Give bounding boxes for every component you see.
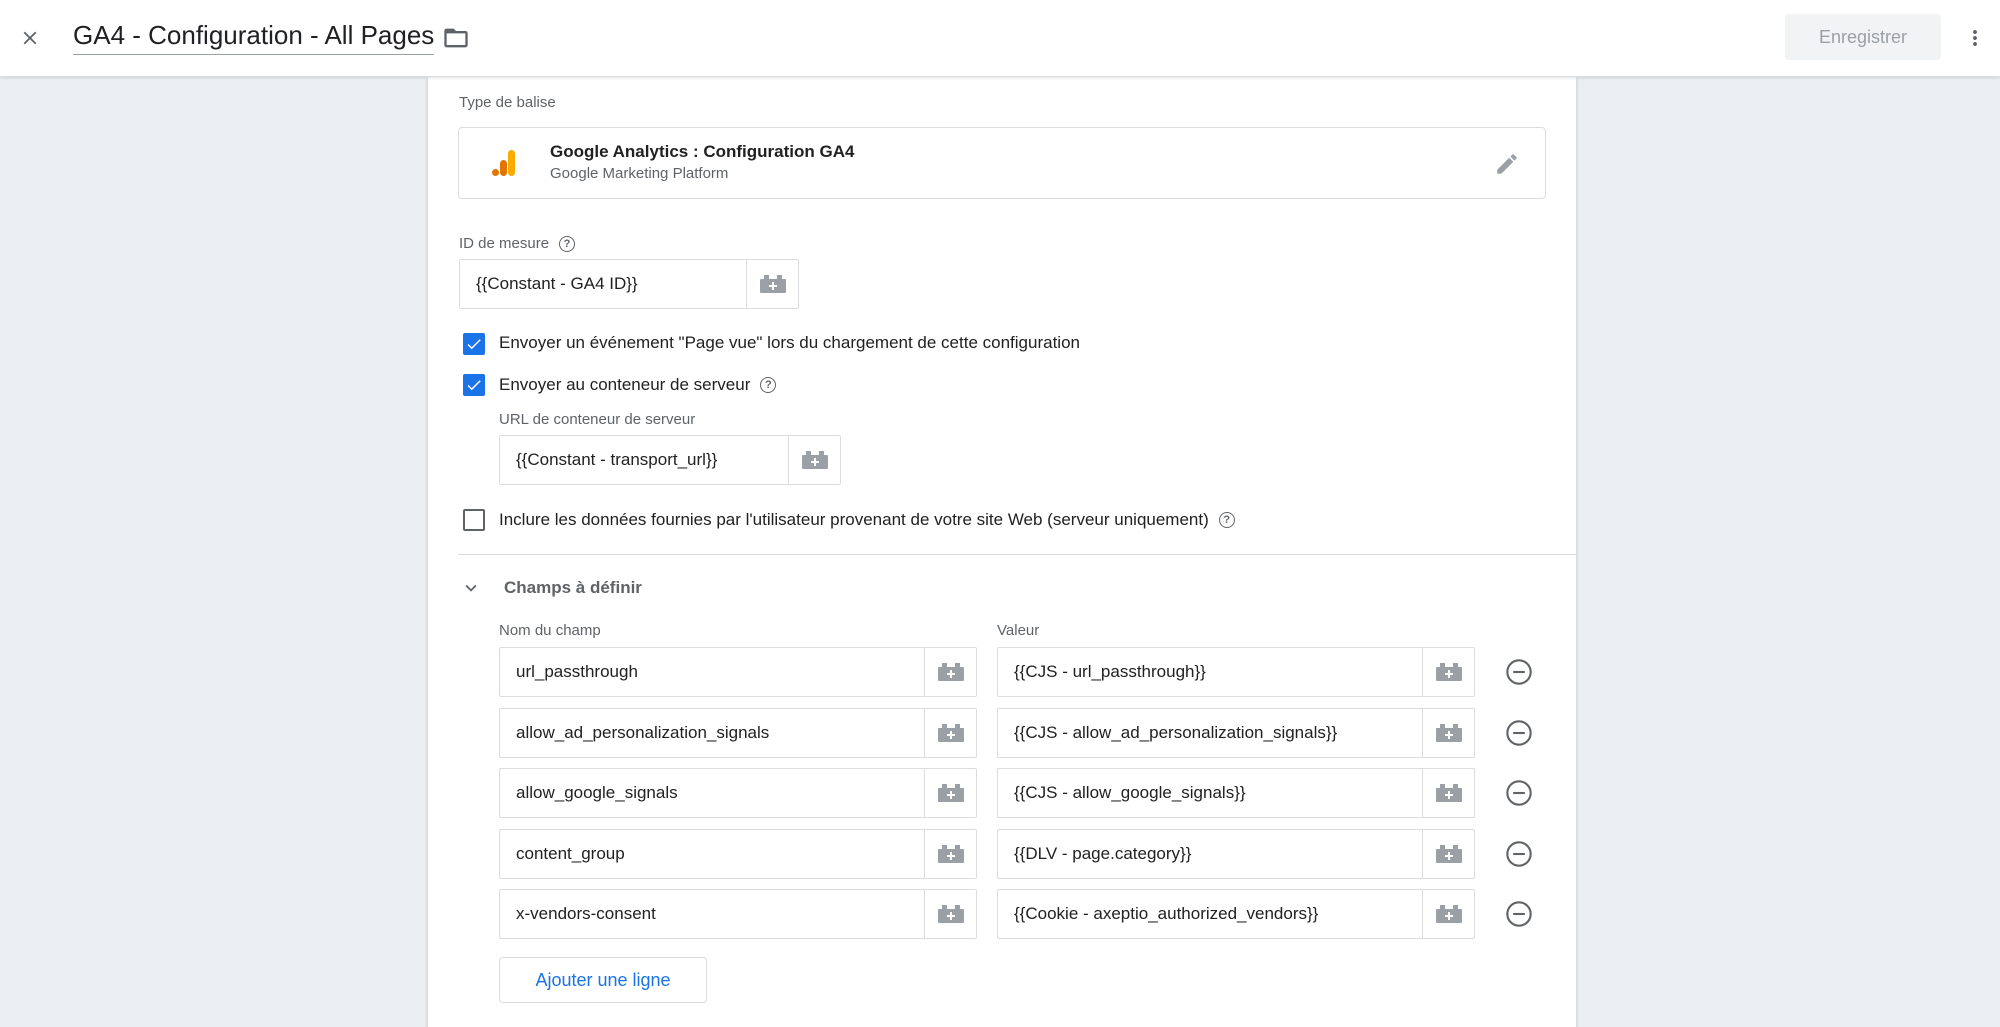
remove-row-icon[interactable] <box>1504 718 1534 748</box>
field-name-input[interactable]: url_passthrough <box>500 648 924 696</box>
tag-type-label: Type de balise <box>459 94 556 111</box>
field-value-input[interactable]: {{CJS - allow_google_signals}} <box>998 769 1422 817</box>
field-value-input[interactable]: {{CJS - url_passthrough}} <box>998 648 1422 696</box>
field-value-input-row[interactable]: {{CJS - url_passthrough}} <box>997 647 1475 697</box>
field-value-input[interactable]: {{CJS - allow_ad_personalization_signals… <box>998 709 1422 757</box>
chevron-down-icon[interactable] <box>459 576 483 600</box>
save-button[interactable]: Enregistrer <box>1785 14 1941 60</box>
more-vert-icon[interactable] <box>1962 20 1988 56</box>
field-name-input[interactable]: x-vendors-consent <box>500 890 924 938</box>
folder-icon[interactable] <box>440 22 472 54</box>
field-name-input-row[interactable]: allow_google_signals <box>499 768 977 818</box>
field-name-input-row[interactable]: content_group <box>499 828 977 879</box>
remove-row-icon[interactable] <box>1504 899 1534 929</box>
field-name-input-row[interactable]: x-vendors-consent <box>499 889 977 939</box>
remove-row-icon[interactable] <box>1504 778 1534 808</box>
fields-section-title[interactable]: Champs à définir <box>504 578 642 598</box>
server-url-label: URL de conteneur de serveur <box>499 411 696 428</box>
variable-picker-icon[interactable] <box>788 436 840 484</box>
send-to-server-label-row: Envoyer au conteneur de serveur ? <box>499 375 777 395</box>
variable-picker-icon[interactable] <box>924 829 976 878</box>
server-url-field[interactable]: {{Constant - transport_url}} <box>499 435 841 485</box>
field-value-input[interactable]: {{DLV - page.category}} <box>998 830 1422 878</box>
send-to-server-checkbox[interactable] <box>463 374 485 396</box>
send-page-view-label: Envoyer un événement "Page vue" lors du … <box>499 333 1080 352</box>
measurement-id-input[interactable]: {{Constant - GA4 ID}} <box>460 260 746 308</box>
variable-picker-icon[interactable] <box>924 890 976 938</box>
field-name-input-row[interactable]: allow_ad_personalization_signals <box>499 707 977 758</box>
field-value-input-row[interactable]: {{CJS - allow_google_signals}} <box>997 768 1475 818</box>
edit-pencil-icon[interactable] <box>1491 148 1523 180</box>
help-icon[interactable]: ? <box>1218 512 1235 528</box>
measurement-id-label-row: ID de mesure ? <box>459 235 576 252</box>
editor-header: GA4 - Configuration - All Pages Enregist… <box>0 0 2000 77</box>
server-url-input[interactable]: {{Constant - transport_url}} <box>500 436 788 484</box>
add-row-button[interactable]: Ajouter une ligne <box>499 957 707 1003</box>
include-user-data-label: Inclure les données fournies par l'utili… <box>499 510 1209 529</box>
close-icon[interactable] <box>14 22 46 54</box>
tag-title[interactable]: GA4 - Configuration - All Pages <box>73 20 435 55</box>
section-divider <box>458 554 1576 555</box>
send-page-view-checkbox[interactable] <box>463 333 485 355</box>
variable-picker-icon[interactable] <box>924 708 976 757</box>
field-name-input-row[interactable]: url_passthrough <box>499 647 977 697</box>
help-icon[interactable]: ? <box>760 377 777 393</box>
tag-config-card: Type de balise Google Analytics : Config… <box>428 77 1576 1027</box>
measurement-id-field[interactable]: {{Constant - GA4 ID}} <box>459 259 799 309</box>
field-value-input-row[interactable]: {{DLV - page.category}} <box>997 828 1475 879</box>
variable-picker-icon[interactable] <box>1422 708 1474 757</box>
variable-picker-icon[interactable] <box>924 769 976 817</box>
include-user-data-checkbox[interactable] <box>463 509 485 531</box>
help-icon[interactable]: ? <box>559 235 576 252</box>
tag-type-name: Google Analytics : Configuration GA4 <box>550 142 855 161</box>
field-name-input[interactable]: allow_google_signals <box>500 769 924 817</box>
remove-row-icon[interactable] <box>1504 657 1534 687</box>
variable-picker-icon[interactable] <box>1422 648 1474 696</box>
measurement-id-label: ID de mesure <box>459 235 550 252</box>
field-name-input[interactable]: content_group <box>500 830 924 878</box>
remove-row-icon[interactable] <box>1504 839 1534 869</box>
field-name-column-header: Nom du champ <box>499 622 601 639</box>
field-value-input-row[interactable]: {{CJS - allow_ad_personalization_signals… <box>997 707 1475 758</box>
variable-picker-icon[interactable] <box>746 260 798 308</box>
field-value-column-header: Valeur <box>997 622 1040 639</box>
field-name-input[interactable]: allow_ad_personalization_signals <box>500 709 924 757</box>
field-value-input[interactable]: {{Cookie - axeptio_authorized_vendors}} <box>998 890 1422 938</box>
send-to-server-label: Envoyer au conteneur de serveur <box>499 375 751 394</box>
tag-type-selector[interactable]: Google Analytics : Configuration GA4 Goo… <box>458 127 1546 199</box>
variable-picker-icon[interactable] <box>924 648 976 696</box>
google-analytics-icon <box>491 148 517 178</box>
tag-type-provider: Google Marketing Platform <box>550 165 729 182</box>
variable-picker-icon[interactable] <box>1422 890 1474 938</box>
include-user-data-label-row: Inclure les données fournies par l'utili… <box>499 510 1235 530</box>
field-value-input-row[interactable]: {{Cookie - axeptio_authorized_vendors}} <box>997 889 1475 939</box>
variable-picker-icon[interactable] <box>1422 829 1474 878</box>
variable-picker-icon[interactable] <box>1422 769 1474 817</box>
